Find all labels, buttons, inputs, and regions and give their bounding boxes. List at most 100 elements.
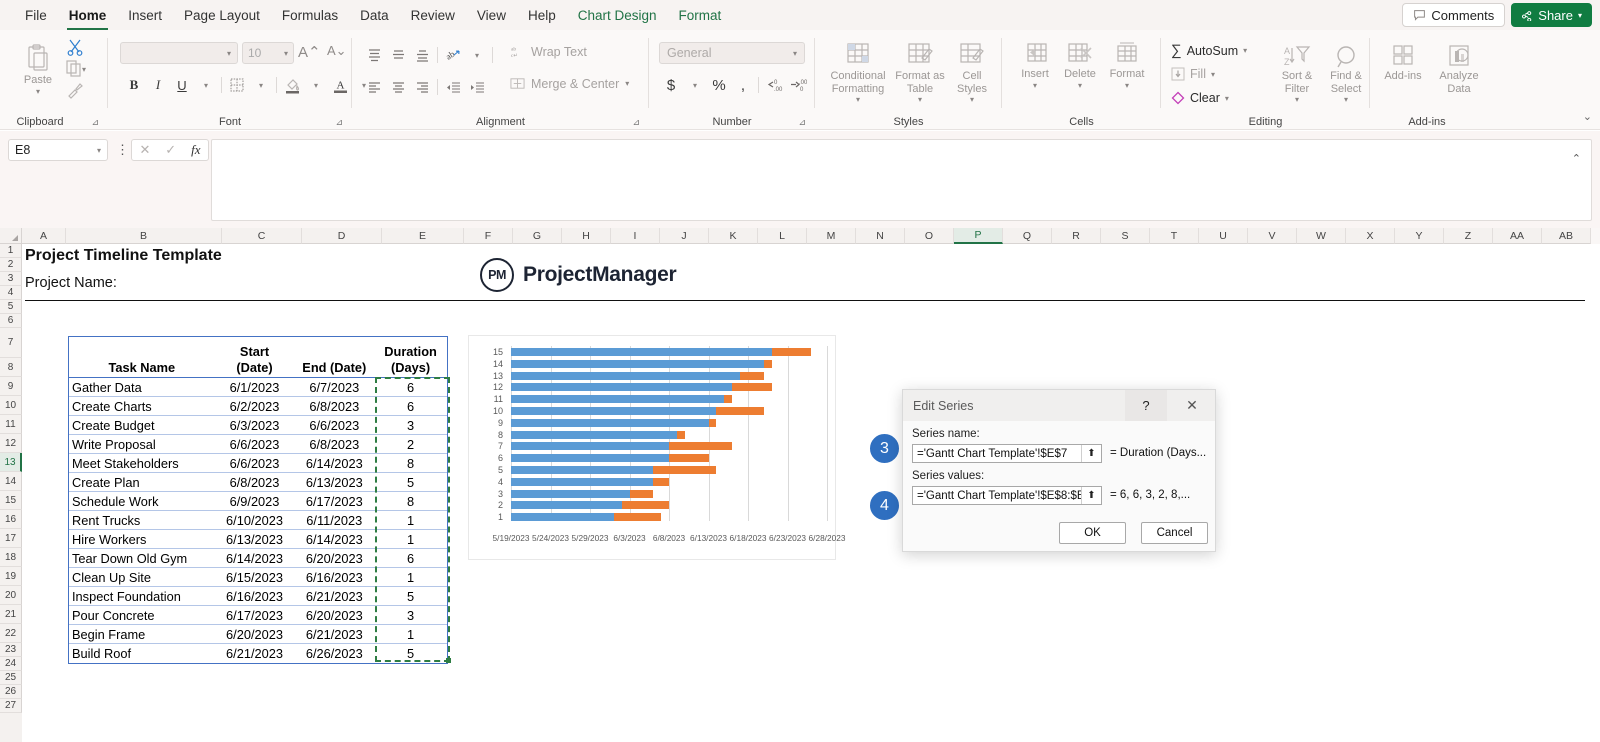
task-name-cell[interactable]: Write Proposal [69, 435, 215, 453]
end-date-cell[interactable]: 6/21/2023 [294, 625, 374, 643]
column-header-N[interactable]: N [856, 228, 905, 244]
row-header-2[interactable]: 2 [0, 258, 22, 272]
column-header-V[interactable]: V [1248, 228, 1297, 244]
column-header-O[interactable]: O [905, 228, 954, 244]
end-date-cell[interactable]: 6/14/2023 [294, 530, 374, 548]
chart-bar-duration[interactable] [740, 371, 764, 380]
chart-bar-duration[interactable] [676, 430, 685, 439]
format-as-table-button[interactable]: Format as Table ▾ [893, 42, 947, 104]
font-dialog-launcher[interactable]: ⊿ [335, 117, 343, 128]
end-date-cell[interactable]: 6/13/2023 [294, 473, 374, 491]
end-date-cell[interactable]: 6/6/2023 [294, 416, 374, 434]
column-header-Z[interactable]: Z [1444, 228, 1493, 244]
cancel-button[interactable]: Cancel [1141, 522, 1208, 544]
tab-insert[interactable]: Insert [117, 4, 173, 27]
end-date-cell[interactable]: 6/11/2023 [294, 511, 374, 529]
start-date-cell[interactable]: 6/16/2023 [215, 587, 295, 605]
currency-dropdown[interactable]: ▾ [683, 74, 707, 96]
task-name-cell[interactable]: Create Budget [69, 416, 215, 434]
row-header-3[interactable]: 3 [0, 272, 22, 286]
start-date-cell[interactable]: 6/2/2023 [215, 397, 295, 415]
font-color-button[interactable]: A [328, 74, 352, 96]
underline-button[interactable]: U [170, 74, 194, 96]
align-center-button[interactable] [386, 76, 410, 98]
column-header-A[interactable]: A [22, 228, 66, 244]
row-header-26[interactable]: 26 [0, 685, 22, 699]
column-header-P[interactable]: P [954, 228, 1003, 244]
tab-home[interactable]: Home [58, 4, 118, 30]
tab-page-layout[interactable]: Page Layout [173, 4, 271, 27]
row-header-21[interactable]: 21 [0, 605, 22, 624]
row-header-7[interactable]: 7 [0, 328, 22, 358]
insert-cells-button[interactable]: Insert ▾ [1014, 42, 1056, 90]
worksheet-grid[interactable]: Project Timeline Template Project Name: … [22, 244, 1600, 742]
chart-bar-start-offset[interactable] [511, 442, 669, 451]
duration-cell[interactable]: 8 [374, 492, 447, 510]
column-header-H[interactable]: H [562, 228, 611, 244]
table-row[interactable]: Schedule Work 6/9/2023 6/17/2023 8 [69, 492, 447, 511]
table-row[interactable]: Meet Stakeholders 6/6/2023 6/14/2023 8 [69, 454, 447, 473]
chart-bar-duration[interactable] [732, 383, 772, 392]
wrap-text-button[interactable]: ab c↵ Wrap Text [510, 44, 587, 60]
column-header-J[interactable]: J [660, 228, 709, 244]
table-row[interactable]: Create Plan 6/8/2023 6/13/2023 5 [69, 473, 447, 492]
start-date-cell[interactable]: 6/20/2023 [215, 625, 295, 643]
cell-styles-button[interactable]: Cell Styles ▾ [949, 42, 995, 104]
duration-cell[interactable]: 6 [374, 378, 447, 396]
column-header-U[interactable]: U [1199, 228, 1248, 244]
chart-bar-start-offset[interactable] [511, 347, 772, 356]
duration-cell[interactable]: 1 [374, 530, 447, 548]
tab-view[interactable]: View [466, 4, 517, 27]
chart-bar-duration[interactable] [621, 501, 669, 510]
task-name-cell[interactable]: Hire Workers [69, 530, 215, 548]
row-header-18[interactable]: 18 [0, 548, 22, 567]
gantt-chart[interactable]: 1 2 3 4 5 6 7 8 9 10 11 12 13 14 15 5/19/2023 5/24/2023… [468, 335, 845, 560]
row-header-8[interactable]: 8 [0, 358, 22, 377]
tab-file[interactable]: File [14, 4, 58, 27]
tab-formulas[interactable]: Formulas [271, 4, 349, 27]
orientation-dropdown[interactable]: ▾ [465, 44, 489, 66]
table-row[interactable]: Build Roof 6/21/2023 6/26/2023 5 [69, 644, 447, 663]
chart-bar-duration[interactable] [669, 442, 733, 451]
task-name-cell[interactable]: Begin Frame [69, 625, 215, 643]
chart-bar-start-offset[interactable] [511, 465, 654, 474]
start-date-cell[interactable]: 6/1/2023 [215, 378, 295, 396]
chart-bar-start-offset[interactable] [511, 383, 733, 392]
chart-bar-start-offset[interactable] [511, 477, 654, 486]
task-name-cell[interactable]: Gather Data [69, 378, 215, 396]
row-header-9[interactable]: 9 [0, 377, 22, 396]
share-button[interactable]: Share ▾ [1511, 3, 1592, 27]
font-name-input[interactable]: ▾ [120, 42, 238, 64]
end-date-cell[interactable]: 6/8/2023 [294, 397, 374, 415]
start-date-cell[interactable]: 6/9/2023 [215, 492, 295, 510]
column-header-Q[interactable]: Q [1003, 228, 1052, 244]
row-header-22[interactable]: 22 [0, 624, 22, 643]
column-header-T[interactable]: T [1150, 228, 1199, 244]
cancel-icon[interactable]: ✕ [139, 142, 150, 158]
chart-bar-start-offset[interactable] [511, 454, 669, 463]
row-header-6[interactable]: 6 [0, 314, 22, 328]
start-date-cell[interactable]: 6/3/2023 [215, 416, 295, 434]
expand-formula-bar-button[interactable]: ⌃ [1572, 152, 1581, 165]
dialog-close-button[interactable]: ✕ [1169, 390, 1215, 421]
chart-bar-start-offset[interactable] [511, 359, 764, 368]
clipboard-dialog-launcher[interactable]: ⊿ [91, 117, 99, 128]
table-row[interactable]: Tear Down Old Gym 6/14/2023 6/20/2023 6 [69, 549, 447, 568]
duration-cell[interactable]: 8 [374, 454, 447, 472]
start-date-cell[interactable]: 6/21/2023 [215, 644, 295, 663]
series-name-input[interactable]: ='Gantt Chart Template'!$E$7 ⬆ [912, 444, 1102, 463]
table-row[interactable]: Inspect Foundation 6/16/2023 6/21/2023 5 [69, 587, 447, 606]
chart-bar-start-offset[interactable] [511, 371, 741, 380]
end-date-cell[interactable]: 6/20/2023 [294, 549, 374, 567]
chart-bar-duration[interactable] [653, 477, 669, 486]
row-header-15[interactable]: 15 [0, 491, 22, 510]
row-header-23[interactable]: 23 [0, 643, 22, 657]
increase-font-size-button[interactable]: A⌃ [298, 43, 321, 61]
edit-series-dialog[interactable]: Edit Series ? ✕ Series name: ='Gantt Cha… [902, 389, 1216, 552]
row-header-4[interactable]: 4 [0, 286, 22, 300]
formula-bar-more-button[interactable]: ⋮ [116, 142, 129, 158]
duration-cell[interactable]: 1 [374, 511, 447, 529]
duration-cell[interactable]: 3 [374, 606, 447, 624]
italic-button[interactable]: I [146, 74, 170, 96]
start-date-cell[interactable]: 6/6/2023 [215, 435, 295, 453]
